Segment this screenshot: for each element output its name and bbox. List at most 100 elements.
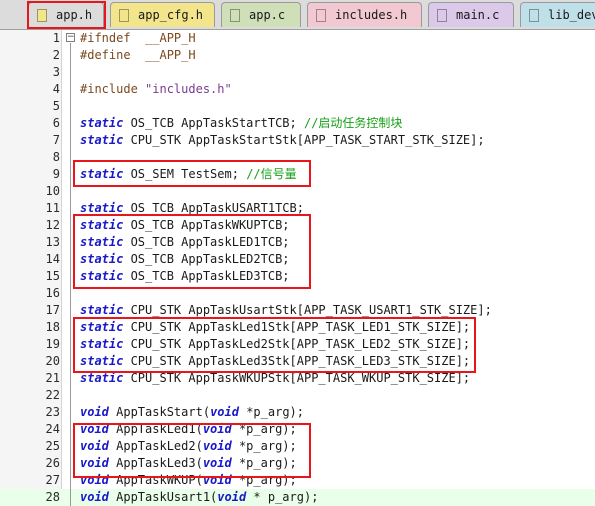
code-text: static OS_TCB AppTaskWKUPTCB; [80, 217, 290, 234]
code-line[interactable]: 14 static OS_TCB AppTaskLED2TCB; [0, 251, 595, 268]
code-keyword: void [80, 490, 109, 504]
line-number: 12 [45, 218, 60, 232]
code-line[interactable]: 28 void AppTaskUsart1(void * p_arg); [0, 489, 595, 506]
code-text: static CPU_STK AppTaskLed1Stk[APP_TASK_L… [80, 319, 470, 336]
code-token: AppTaskLed2( [108, 439, 203, 453]
code-token: CPU_STK AppTaskLed2Stk[APP_TASK_LED2_STK… [123, 337, 471, 351]
line-number: 9 [52, 167, 60, 181]
code-keyword: static [80, 371, 124, 385]
code-keyword: static [80, 167, 124, 181]
code-text: #ifndef __APP_H [80, 30, 196, 47]
code-text: void AppTaskUsart1(void * p_arg); [80, 489, 318, 506]
code-keyword: static [80, 116, 124, 130]
code-line[interactable]: 15 static OS_TCB AppTaskLED3TCB; [0, 268, 595, 285]
line-number: 21 [45, 371, 60, 385]
code-line[interactable]: 10 [0, 183, 595, 200]
code-token: *p_arg); [231, 473, 297, 487]
code-token: *p_arg); [231, 439, 297, 453]
code-text: static OS_TCB AppTaskLED3TCB; [80, 268, 290, 285]
line-number: 26 [45, 456, 60, 470]
code-token: *p_arg); [231, 456, 297, 470]
code-token: AppTaskLed3( [108, 456, 203, 470]
source-file-icon [529, 8, 539, 22]
code-text: static CPU_STK AppTaskLed2Stk[APP_TASK_L… [80, 336, 470, 353]
line-number: 18 [45, 320, 60, 334]
code-preprocessor: #include [80, 82, 146, 96]
tab-label: main.c [456, 8, 500, 22]
code-text: static OS_TCB AppTaskUSART1TCB; [80, 200, 304, 217]
code-text: static OS_TCB AppTaskLED2TCB; [80, 251, 290, 268]
code-keyword: void [202, 439, 232, 453]
tab-label: app.c [249, 8, 286, 22]
line-number: 14 [45, 252, 60, 266]
code-line[interactable]: 18 static CPU_STK AppTaskLed1Stk[APP_TASK… [0, 319, 595, 336]
tab-includes-h[interactable]: includes.h [307, 2, 422, 27]
line-number: 27 [45, 473, 60, 487]
code-line[interactable]: 7 static CPU_STK AppTaskStartStk[APP_TASK… [0, 132, 595, 149]
code-line[interactable]: 5 [0, 98, 595, 115]
code-token: AppTaskLed1( [108, 422, 203, 436]
line-number: 20 [45, 354, 60, 368]
code-line[interactable]: 2 #define __APP_H [0, 47, 595, 64]
code-line[interactable]: 8 [0, 149, 595, 166]
code-line[interactable]: 26 void AppTaskLed3(void *p_arg); [0, 455, 595, 472]
line-number: 22 [45, 388, 60, 402]
code-text: void AppTaskLed2(void *p_arg); [80, 438, 297, 455]
file-tab-bar: app.h app_cfg.h app.c includes.h main.c … [0, 0, 595, 30]
code-line[interactable]: 22 [0, 387, 595, 404]
tab-app-h[interactable]: app.h [28, 2, 104, 27]
code-line[interactable]: 21 static CPU_STK AppTaskWKUPStk[APP_TASK… [0, 370, 595, 387]
code-string: "includes.h" [145, 82, 232, 96]
code-line[interactable]: 4 #include "includes.h" [0, 81, 595, 98]
code-line[interactable]: 24 void AppTaskLed1(void *p_arg); [0, 421, 595, 438]
code-token: OS_TCB AppTaskLED1TCB; [123, 235, 290, 249]
tab-lib-dev[interactable]: lib_dev [520, 2, 595, 27]
code-line[interactable]: 6 static OS_TCB AppTaskStartTCB; //启动任务控制… [0, 115, 595, 132]
code-line[interactable]: 25 void AppTaskLed2(void *p_arg); [0, 438, 595, 455]
fold-toggle-icon[interactable]: − [66, 33, 75, 42]
code-line[interactable]: 12 static OS_TCB AppTaskWKUPTCB; [0, 217, 595, 234]
code-line[interactable]: 19 static CPU_STK AppTaskLed2Stk[APP_TASK… [0, 336, 595, 353]
code-line[interactable]: 27 void AppTaskWKUP(void *p_arg); [0, 472, 595, 489]
code-line[interactable]: 1 #ifndef __APP_H [0, 30, 595, 47]
code-keyword: static [80, 337, 124, 351]
line-number: 16 [45, 286, 60, 300]
code-comment: //启动任务控制块 [303, 116, 403, 130]
code-keyword: void [217, 490, 247, 504]
code-text: static OS_TCB AppTaskStartTCB; //启动任务控制块 [80, 115, 402, 132]
header-file-icon [316, 8, 326, 22]
code-text: #include "includes.h" [80, 81, 232, 98]
source-file-icon [437, 8, 447, 22]
line-number: 2 [52, 48, 60, 62]
code-keyword: static [80, 218, 124, 232]
line-number: 6 [52, 116, 60, 130]
code-comment: //信号量 [246, 167, 297, 181]
line-number: 7 [52, 133, 60, 147]
code-text: void AppTaskStart(void *p_arg); [80, 404, 304, 421]
code-token: CPU_STK AppTaskLed3Stk[APP_TASK_LED3_STK… [123, 354, 471, 368]
code-keyword: void [210, 405, 239, 419]
code-preprocessor: #ifndef __APP_H [80, 31, 196, 45]
code-line[interactable]: 23 void AppTaskStart(void *p_arg); [0, 404, 595, 421]
code-line[interactable]: 16 [0, 285, 595, 302]
code-line[interactable]: 9 static OS_SEM TestSem; //信号量 [0, 166, 595, 183]
code-line[interactable]: 20 static CPU_STK AppTaskLed3Stk[APP_TASK… [0, 353, 595, 370]
tab-app-c[interactable]: app.c [221, 2, 301, 27]
tab-app-cfg-h[interactable]: app_cfg.h [110, 2, 215, 27]
code-keyword: static [80, 201, 124, 215]
code-line[interactable]: 17 static CPU_STK AppTaskUsartStk[APP_TAS… [0, 302, 595, 319]
header-file-icon [119, 8, 129, 22]
code-token: CPU_STK AppTaskStartStk[APP_TASK_START_S… [123, 133, 485, 147]
line-number: 23 [45, 405, 60, 419]
line-number: 3 [52, 65, 60, 79]
tab-label: lib_dev [548, 8, 595, 22]
tab-main-c[interactable]: main.c [428, 2, 514, 27]
code-line[interactable]: 3 [0, 64, 595, 81]
code-line[interactable]: 11 static OS_TCB AppTaskUSART1TCB; [0, 200, 595, 217]
code-editor[interactable]: 1 #ifndef __APP_H 2 #define __APP_H 3 4 #inclu… [0, 30, 595, 506]
code-keyword: static [80, 235, 124, 249]
line-number: 8 [52, 150, 60, 164]
header-file-icon [37, 8, 47, 22]
code-token: OS_TCB AppTaskUSART1TCB; [123, 201, 304, 215]
code-line[interactable]: 13 static OS_TCB AppTaskLED1TCB; [0, 234, 595, 251]
